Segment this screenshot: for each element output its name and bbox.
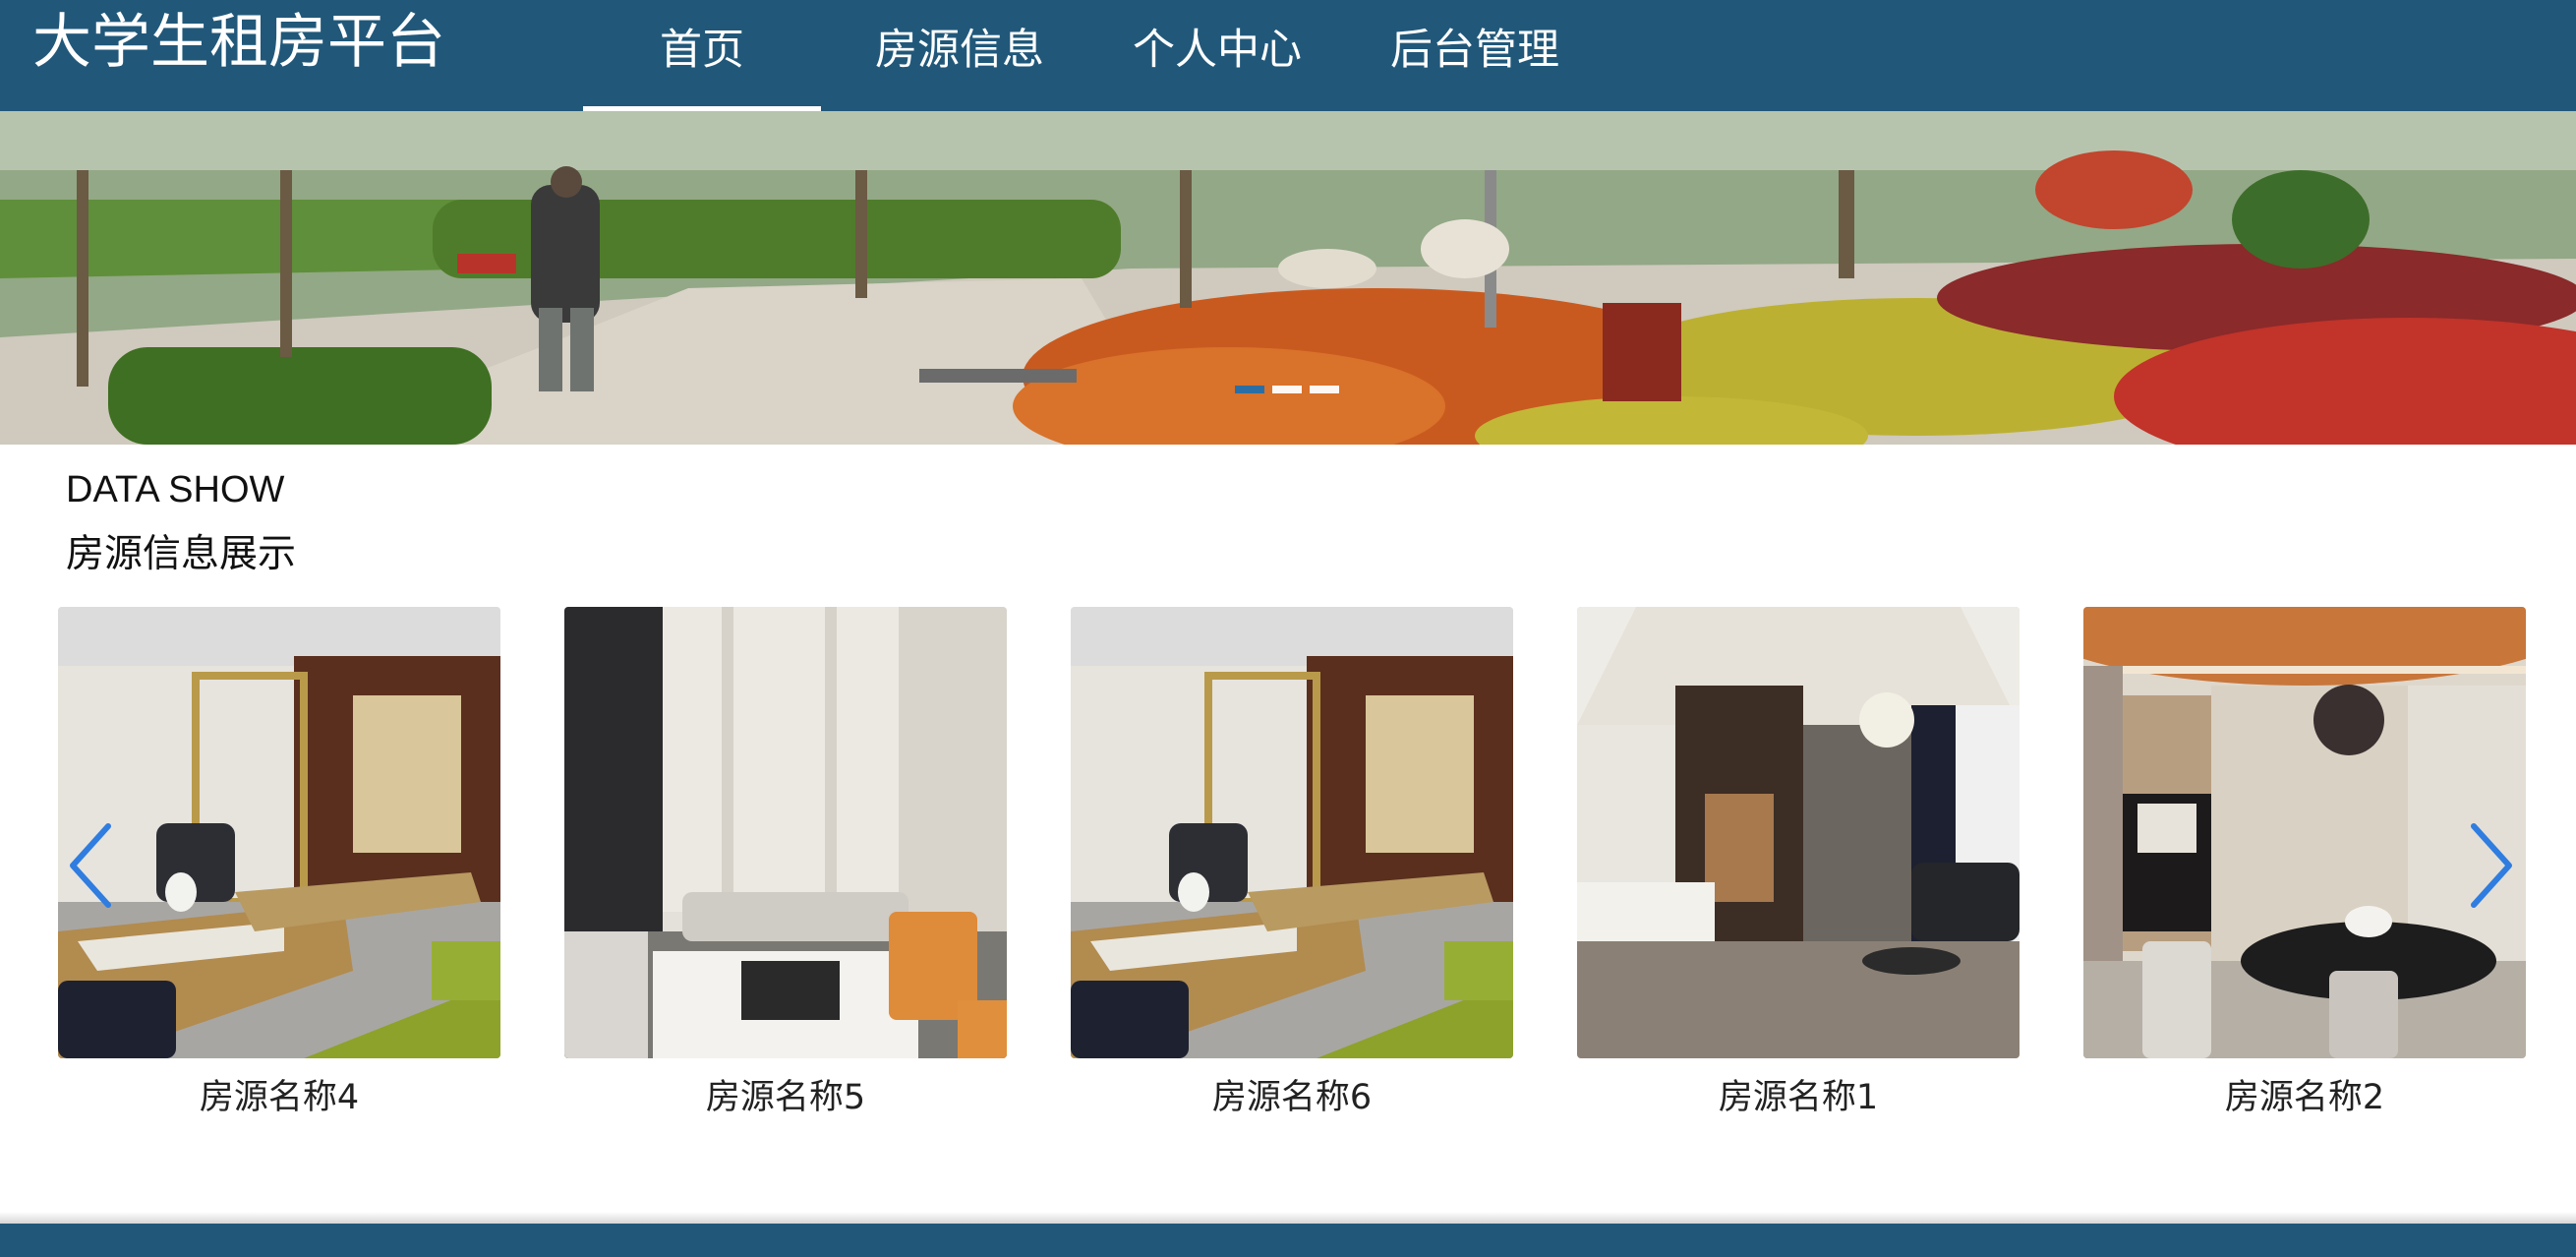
section-title-cn: 房源信息展示 — [66, 532, 297, 576]
nav-item-label: 房源信息 — [875, 26, 1044, 75]
nav-item-label: 首页 — [660, 26, 744, 75]
carousel-dot[interactable] — [1310, 386, 1339, 393]
carousel-dot[interactable] — [1272, 386, 1302, 393]
banner-carousel[interactable] — [0, 111, 2576, 445]
nav-item-label: 后台管理 — [1390, 26, 1559, 75]
listing-carousel: 房源名称4 房源名称5 房源名称6 房源名称1 房源名称2 — [58, 607, 2526, 1118]
carousel-indicators — [1235, 386, 1339, 393]
nav-item-listings[interactable]: 房源信息 — [831, 0, 1088, 111]
footer-bar — [0, 1224, 2576, 1257]
nav-item-admin[interactable]: 后台管理 — [1346, 0, 1604, 111]
listing-photo — [58, 607, 500, 1058]
nav-item-label: 个人中心 — [1133, 26, 1302, 75]
site-title: 大学生租房平台 — [32, 8, 445, 77]
top-navigation-bar: 大学生租房平台 首页 房源信息 个人中心 后台管理 — [0, 0, 2576, 111]
listing-photo — [564, 607, 1007, 1058]
chevron-right-icon — [2471, 823, 2512, 908]
listing-photo — [1577, 607, 2020, 1058]
listing-name: 房源名称4 — [199, 1078, 360, 1117]
listing-name: 房源名称2 — [2224, 1078, 2385, 1117]
chevron-left-icon — [70, 823, 111, 908]
listing-photo — [2083, 607, 2526, 1058]
banner-image — [0, 111, 2576, 445]
nav-item-home[interactable]: 首页 — [573, 0, 831, 111]
listing-photo — [1071, 607, 1513, 1058]
carousel-next-button[interactable] — [2462, 807, 2521, 925]
listing-name: 房源名称6 — [1211, 1078, 1373, 1117]
listing-name: 房源名称5 — [705, 1078, 866, 1117]
section-title-en: DATA SHOW — [66, 469, 285, 510]
main-nav: 首页 房源信息 个人中心 后台管理 — [573, 0, 1604, 111]
nav-item-personal-center[interactable]: 个人中心 — [1088, 0, 1346, 111]
carousel-prev-button[interactable] — [61, 807, 120, 925]
carousel-dot[interactable] — [1235, 386, 1264, 393]
listing-name: 房源名称1 — [1718, 1078, 1879, 1117]
